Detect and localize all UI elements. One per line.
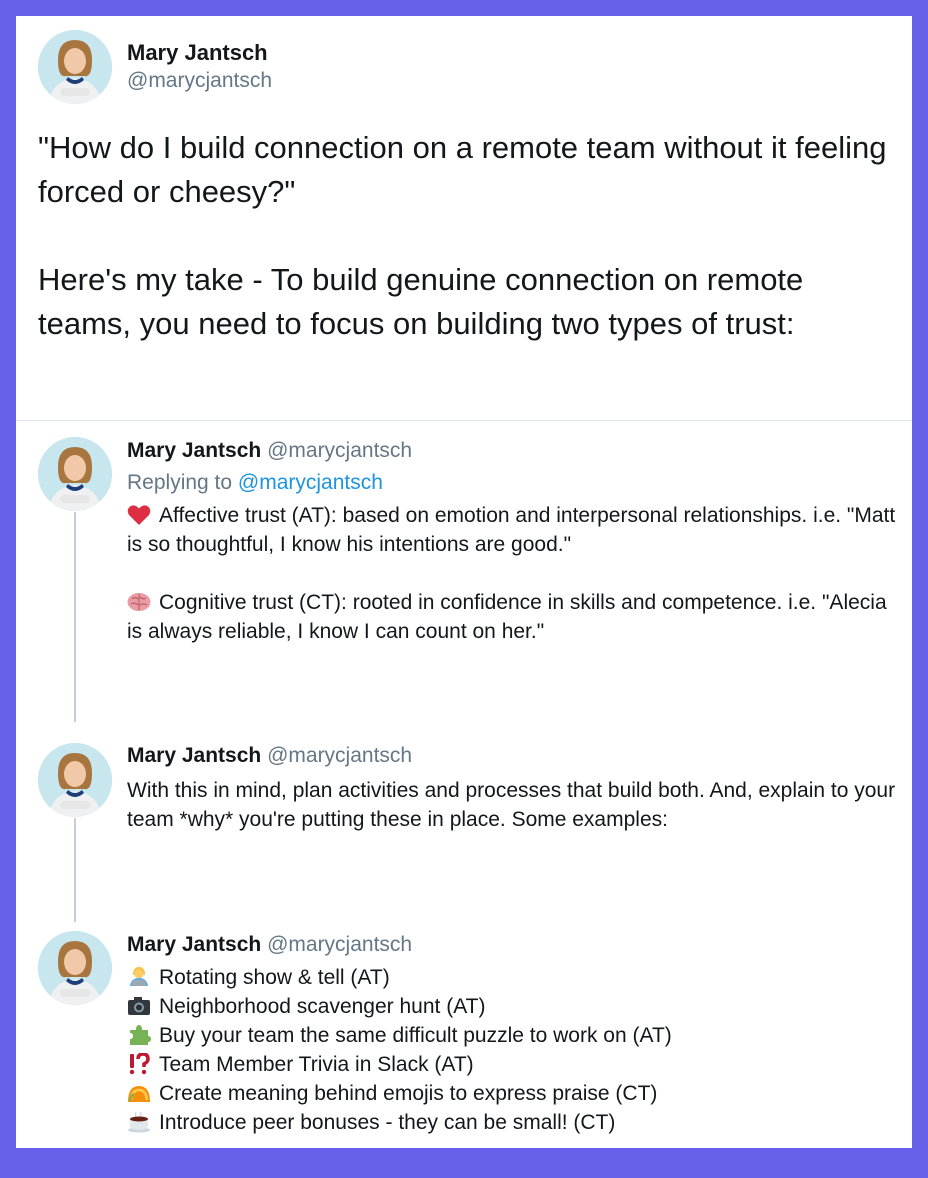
avatar[interactable] [38,931,112,1005]
replying-to: Replying to @marycjantsch [127,471,383,495]
interrobang-icon [127,1053,151,1075]
list-item-text: Neighborhood scavenger hunt (AT) [159,995,486,1018]
heart-icon [127,504,151,526]
reply-header: Mary Jantsch @marycjantsch [127,439,412,463]
reply-text: With this in mind, plan activities and p… [127,779,901,831]
affective-trust-text: Affective trust (AT): based on emotion a… [127,504,902,556]
camera-icon [127,995,151,1017]
list-item-text: Buy your team the same difficult puzzle … [159,1024,672,1047]
author-name[interactable]: Mary Jantsch [127,439,261,462]
list-item-text: Team Member Trivia in Slack (AT) [159,1053,474,1076]
brain-icon [127,591,151,613]
avatar[interactable] [38,30,112,104]
author-handle[interactable]: @marycjantsch [267,744,412,767]
author-handle[interactable]: @marycjantsch [267,439,412,462]
author-handle[interactable]: @marycjantsch [127,69,272,93]
person-laptop-icon [127,966,151,988]
coffee-icon [127,1111,151,1133]
avatar[interactable] [38,743,112,817]
list-item: Introduce peer bonuses - they can be sma… [127,1108,897,1137]
puzzle-piece-icon [127,1024,151,1046]
list-item: Rotating show & tell (AT) [127,963,897,992]
tweet-text: "How do I build connection on a remote t… [38,130,887,341]
list-item: Neighborhood scavenger hunt (AT) [127,992,897,1021]
reply-header: Mary Jantsch @marycjantsch [127,744,412,768]
list-item-text: Introduce peer bonuses - they can be sma… [159,1111,616,1134]
author-name[interactable]: Mary Jantsch [127,933,261,956]
thread-connector [74,512,76,722]
reply-text: Affective trust (AT): based on emotion a… [127,501,897,646]
author-handle[interactable]: @marycjantsch [267,933,412,956]
taco-icon [127,1082,151,1104]
list-item: Create meaning behind emojis to express … [127,1079,897,1108]
divider [16,420,912,421]
tweet-card: Mary Jantsch @marycjantsch "How do I bui… [16,16,912,1148]
thread-connector [74,818,76,922]
example-list: Rotating show & tell (AT) Neighborhood s… [127,963,897,1137]
cognitive-trust-text: Cognitive trust (CT): rooted in confiden… [127,591,893,643]
list-item: Team Member Trivia in Slack (AT) [127,1050,897,1079]
reply-header: Mary Jantsch @marycjantsch [127,933,412,957]
author-name[interactable]: Mary Jantsch [127,40,268,66]
list-item: Buy your team the same difficult puzzle … [127,1021,897,1050]
list-item-text: Create meaning behind emojis to express … [159,1082,658,1105]
list-item-text: Rotating show & tell (AT) [159,966,390,989]
avatar[interactable] [38,437,112,511]
replying-to-link[interactable]: @marycjantsch [238,471,383,494]
author-name[interactable]: Mary Jantsch [127,744,261,767]
replying-to-label: Replying to [127,471,233,494]
